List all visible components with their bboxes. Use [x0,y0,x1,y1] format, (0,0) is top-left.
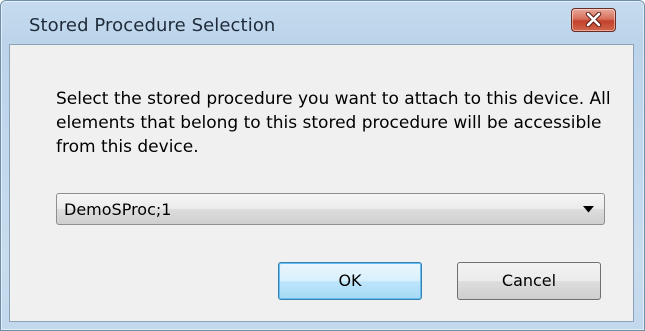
cancel-button[interactable]: Cancel [457,262,601,300]
close-button[interactable] [571,8,616,32]
close-icon [585,12,602,27]
dialog-body: Select the stored procedure you want to … [9,44,634,322]
stored-procedure-selected-value: DemoSProc;1 [64,200,172,219]
dialog-window: Stored Procedure Selection Select the st… [0,0,645,331]
window-title: Stored Procedure Selection [29,15,276,36]
stored-procedure-dropdown[interactable]: DemoSProc;1 [56,193,605,225]
instruction-text: Select the stored procedure you want to … [56,89,611,157]
ok-button[interactable]: OK [278,262,422,300]
title-bar[interactable]: Stored Procedure Selection [1,1,644,43]
chevron-down-icon [583,206,594,213]
